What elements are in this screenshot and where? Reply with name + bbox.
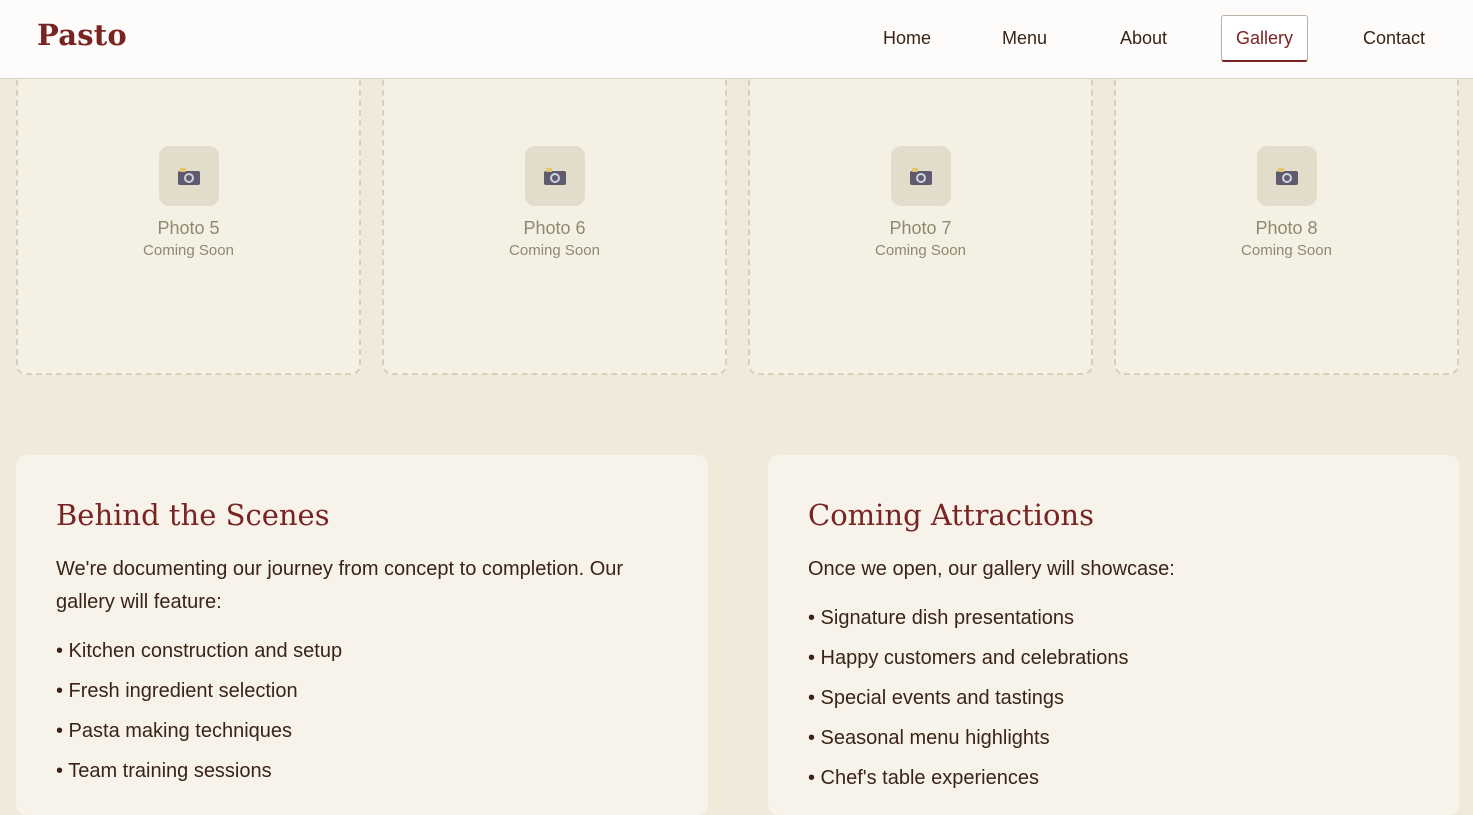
brand-logo[interactable]: Pasto [37,18,127,52]
feature-list: • Kitchen construction and setup • Fresh… [56,631,668,791]
photo-title: Photo 7 [889,218,952,238]
site-header: Pasto Home Menu About Gallery Contact [0,0,1473,79]
section-title: Coming Attractions [808,498,1094,532]
photo-subtitle: Coming Soon [509,242,600,259]
camera-icon [890,146,951,206]
camera-icon [158,146,219,206]
section-title: Behind the Scenes [56,498,330,532]
list-item: • Seasonal menu highlights [808,727,1050,749]
list-item: • Happy customers and celebrations [808,647,1129,669]
photo-title: Photo 5 [157,218,220,238]
photo-subtitle: Coming Soon [875,242,966,259]
list-item: • Special events and tastings [808,687,1065,709]
camera-icon [1256,146,1317,206]
list-item: • Pasta making techniques [56,720,293,742]
nav-gallery[interactable]: Gallery [1220,15,1308,62]
photo-title: Photo 6 [523,218,586,238]
section-intro: We're documenting our journey from conce… [56,558,624,613]
nav-menu[interactable]: Menu [988,15,1061,62]
photo-title: Photo 8 [1255,218,1318,238]
camera-icon [524,146,585,206]
nav-contact[interactable]: Contact [1349,15,1439,62]
list-item: • Team training sessions [56,760,272,782]
behind-the-scenes-card: Behind the Scenes We're documenting our … [16,455,708,815]
coming-attractions-card: Coming Attractions Once we open, our gal… [768,455,1459,815]
photo-subtitle: Coming Soon [1241,242,1332,259]
list-item: • Kitchen construction and setup [56,640,343,662]
photo-subtitle: Coming Soon [143,242,234,259]
nav-about[interactable]: About [1106,15,1181,62]
list-item: • Chef's table experiences [808,767,1039,789]
section-intro: Once we open, our gallery will showcase: [808,558,1175,580]
list-item: • Signature dish presentations [808,607,1075,629]
list-item: • Fresh ingredient selection [56,680,298,702]
nav-home[interactable]: Home [869,15,945,62]
feature-list: • Signature dish presentations • Happy c… [808,598,1419,798]
